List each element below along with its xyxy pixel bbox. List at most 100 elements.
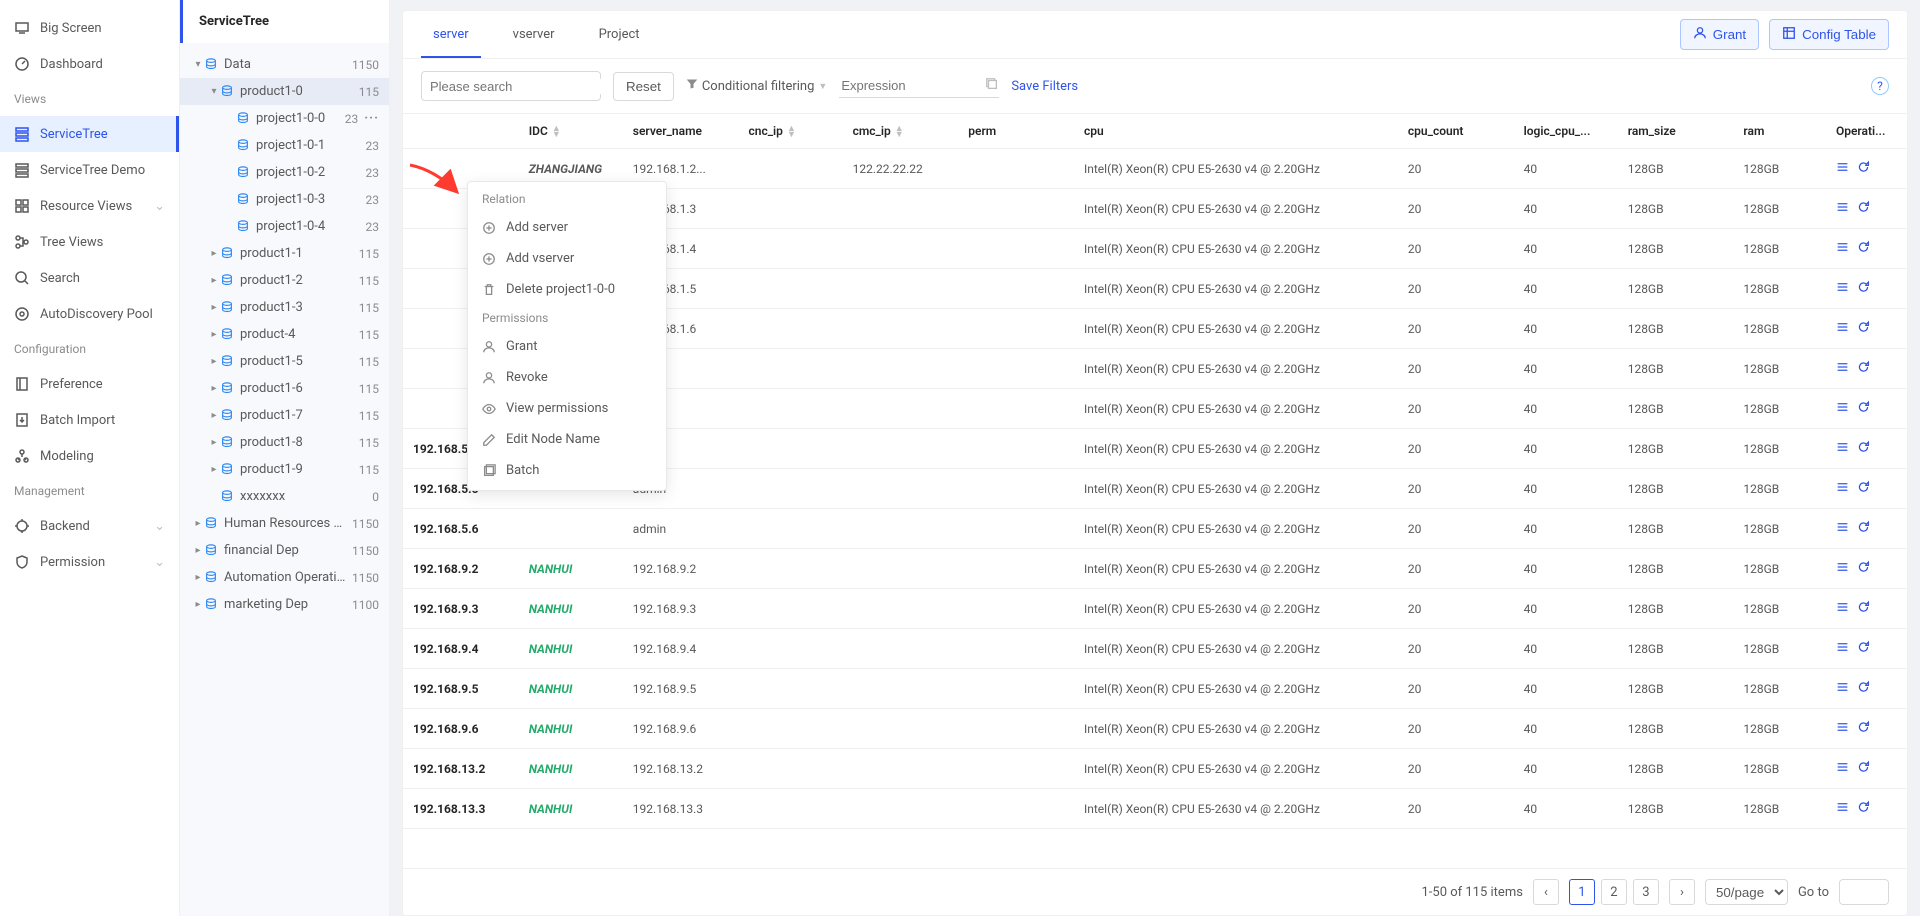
- list-icon[interactable]: [1836, 639, 1849, 655]
- refresh-icon[interactable]: [1857, 719, 1870, 735]
- pager-prev[interactable]: ‹: [1533, 879, 1559, 905]
- tree-toggle-icon[interactable]: ▸: [192, 518, 204, 529]
- ctx-delete-project1-0-0[interactable]: Delete project1-0-0: [468, 274, 666, 305]
- tree-node[interactable]: ▸ Automation Operatio... 1150: [180, 564, 389, 591]
- tree-node[interactable]: project1-0-3 23: [180, 186, 389, 213]
- list-icon[interactable]: [1836, 159, 1849, 175]
- sort-icon[interactable]: ▲▼: [895, 126, 904, 138]
- nav-batch-import[interactable]: Batch Import: [0, 402, 179, 438]
- page-size-select[interactable]: 50/page: [1705, 879, 1788, 905]
- table-row[interactable]: 192.168.5.6 admin Intel(R) Xeon(R) CPU E…: [403, 509, 1907, 549]
- refresh-icon[interactable]: [1857, 639, 1870, 655]
- list-icon[interactable]: [1836, 519, 1849, 535]
- nav-big-screen[interactable]: Big Screen: [0, 10, 179, 46]
- nav-resource-views[interactable]: Resource Views ⌄: [0, 188, 179, 224]
- pager-page[interactable]: 1: [1569, 879, 1595, 905]
- pager-next[interactable]: ›: [1669, 879, 1695, 905]
- table-row[interactable]: 192.168.9.4 NANHUI 192.168.9.4 Intel(R) …: [403, 629, 1907, 669]
- ctx-add-vserver[interactable]: Add vserver: [468, 243, 666, 274]
- tab-Project[interactable]: Project: [587, 11, 652, 58]
- conditional-filter[interactable]: Conditional filtering ▼: [686, 78, 828, 94]
- help-icon[interactable]: ?: [1871, 77, 1889, 95]
- tree-toggle-icon[interactable]: ▸: [208, 275, 220, 286]
- reset-button[interactable]: Reset: [613, 72, 674, 101]
- list-icon[interactable]: [1836, 279, 1849, 295]
- table-row[interactable]: 192.168.9.5 NANHUI 192.168.9.5 Intel(R) …: [403, 669, 1907, 709]
- col-perm[interactable]: perm: [958, 114, 1074, 149]
- grant-button[interactable]: Grant: [1680, 19, 1759, 50]
- list-icon[interactable]: [1836, 439, 1849, 455]
- tree-node[interactable]: ▸ product1-2 115: [180, 267, 389, 294]
- refresh-icon[interactable]: [1857, 359, 1870, 375]
- col-idc[interactable]: IDC▲▼: [519, 114, 623, 149]
- nav-search[interactable]: Search: [0, 260, 179, 296]
- list-icon[interactable]: [1836, 759, 1849, 775]
- nav-autodiscovery-pool[interactable]: AutoDiscovery Pool: [0, 296, 179, 332]
- tree-node[interactable]: xxxxxxx 0: [180, 483, 389, 510]
- tree-toggle-icon[interactable]: ▸: [208, 437, 220, 448]
- tree-node[interactable]: ▸ product1-3 115: [180, 294, 389, 321]
- list-icon[interactable]: [1836, 239, 1849, 255]
- col-cpu_count[interactable]: cpu_count: [1398, 114, 1514, 149]
- tree-node[interactable]: ▸ product1-5 115: [180, 348, 389, 375]
- list-icon[interactable]: [1836, 559, 1849, 575]
- refresh-icon[interactable]: [1857, 239, 1870, 255]
- tree-toggle-icon[interactable]: ▸: [208, 410, 220, 421]
- tree-toggle-icon[interactable]: ▸: [208, 329, 220, 340]
- refresh-icon[interactable]: [1857, 399, 1870, 415]
- ctx-view-permissions[interactable]: View permissions: [468, 393, 666, 424]
- ctx-batch[interactable]: Batch: [468, 455, 666, 486]
- list-icon[interactable]: [1836, 399, 1849, 415]
- list-icon[interactable]: [1836, 679, 1849, 695]
- col-cnc_ip[interactable]: cnc_ip▲▼: [738, 114, 842, 149]
- tree-node[interactable]: ▸ product1-9 115: [180, 456, 389, 483]
- refresh-icon[interactable]: [1857, 319, 1870, 335]
- nav-modeling[interactable]: Modeling: [0, 438, 179, 474]
- tree-node[interactable]: ▸ marketing Dep 1100: [180, 591, 389, 618]
- copy-icon[interactable]: [985, 77, 999, 95]
- refresh-icon[interactable]: [1857, 599, 1870, 615]
- table-row[interactable]: 192.168.13.2 NANHUI 192.168.13.2 Intel(R…: [403, 749, 1907, 789]
- nav-permission[interactable]: Permission ⌄: [0, 544, 179, 580]
- tree-toggle-icon[interactable]: ▾: [208, 86, 220, 97]
- tree-toggle-icon[interactable]: ▸: [208, 383, 220, 394]
- table-row[interactable]: 192.168.9.3 NANHUI 192.168.9.3 Intel(R) …: [403, 589, 1907, 629]
- sort-icon[interactable]: ▲▼: [787, 126, 796, 138]
- col-cmc_ip[interactable]: cmc_ip▲▼: [843, 114, 959, 149]
- col-ram[interactable]: ram: [1733, 114, 1826, 149]
- refresh-icon[interactable]: [1857, 159, 1870, 175]
- save-filters-link[interactable]: Save Filters: [1011, 79, 1078, 94]
- refresh-icon[interactable]: [1857, 279, 1870, 295]
- list-icon[interactable]: [1836, 199, 1849, 215]
- tree-node[interactable]: project1-0-4 23: [180, 213, 389, 240]
- refresh-icon[interactable]: [1857, 519, 1870, 535]
- refresh-icon[interactable]: [1857, 479, 1870, 495]
- list-icon[interactable]: [1836, 599, 1849, 615]
- expression-input[interactable]: [839, 74, 999, 98]
- tree-toggle-icon[interactable]: ▸: [208, 356, 220, 367]
- list-icon[interactable]: [1836, 479, 1849, 495]
- refresh-icon[interactable]: [1857, 439, 1870, 455]
- refresh-icon[interactable]: [1857, 199, 1870, 215]
- nav-servicetree-demo[interactable]: ServiceTree Demo: [0, 152, 179, 188]
- refresh-icon[interactable]: [1857, 559, 1870, 575]
- tree-node[interactable]: ▸ financial Dep 1150: [180, 537, 389, 564]
- tree-node[interactable]: ▸ product1-8 115: [180, 429, 389, 456]
- tree-toggle-icon[interactable]: ▸: [192, 572, 204, 583]
- tab-server[interactable]: server: [421, 11, 481, 58]
- search-box[interactable]: [421, 71, 601, 101]
- ctx-edit-node-name[interactable]: Edit Node Name: [468, 424, 666, 455]
- table-row[interactable]: 192.168.9.6 NANHUI 192.168.9.6 Intel(R) …: [403, 709, 1907, 749]
- tree-toggle-icon[interactable]: ▸: [208, 464, 220, 475]
- tree-node[interactable]: ▸ product1-6 115: [180, 375, 389, 402]
- tree-node[interactable]: project1-0-0 23 ···: [180, 105, 389, 132]
- ctx-add-server[interactable]: Add server: [468, 212, 666, 243]
- pager-page[interactable]: 2: [1601, 879, 1627, 905]
- goto-input[interactable]: [1839, 879, 1889, 905]
- refresh-icon[interactable]: [1857, 679, 1870, 695]
- tree-node[interactable]: ▸ product1-1 115: [180, 240, 389, 267]
- tree-node[interactable]: ▸ Human Resources Dep 1150: [180, 510, 389, 537]
- nav-backend[interactable]: Backend ⌄: [0, 508, 179, 544]
- tree-toggle-icon[interactable]: ▾: [192, 59, 204, 70]
- list-icon[interactable]: [1836, 719, 1849, 735]
